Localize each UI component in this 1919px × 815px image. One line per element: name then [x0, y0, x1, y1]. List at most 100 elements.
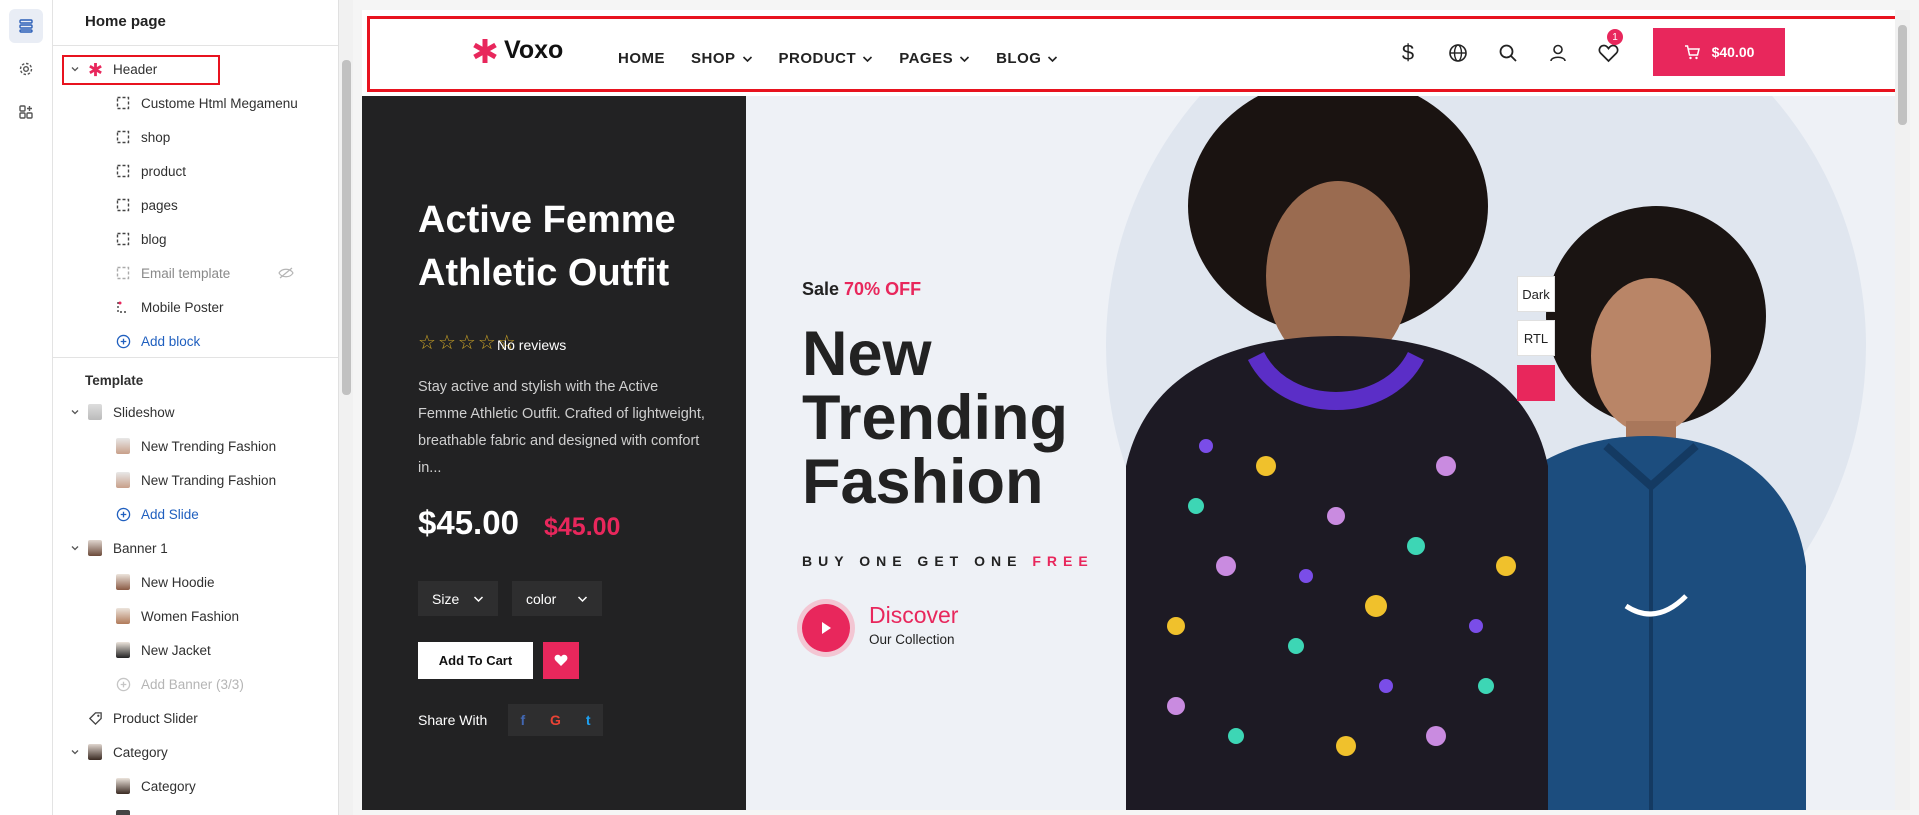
category-thumbnail-icon — [115, 810, 131, 815]
star-icon: ☆ — [457, 332, 476, 354]
bogo-label: BUY ONE GET ONE FREE — [802, 553, 1094, 569]
color-select-label: color — [526, 590, 557, 607]
sidebar-item-slide-1[interactable]: New Trending Fashion — [53, 434, 338, 458]
sidebar-item-label: New Trending Fashion — [141, 438, 277, 454]
sidebar-item-label: shop — [141, 129, 171, 145]
category-thumbnail-icon — [115, 778, 131, 794]
apps-icon[interactable] — [9, 95, 43, 129]
add-slide-button[interactable]: Add Slide — [53, 502, 338, 526]
poster-icon — [115, 299, 131, 315]
gear-icon[interactable] — [9, 52, 43, 86]
sidebar-item-label: blog — [141, 231, 167, 247]
preview-scrollbar[interactable] — [1895, 10, 1910, 810]
sidebar-item-label: product — [141, 163, 187, 179]
selection-highlight — [367, 16, 1895, 92]
sidebar-item-label: New Jacket — [141, 642, 211, 658]
banner-thumbnail-icon — [115, 574, 131, 590]
add-block-button[interactable]: Add block — [53, 329, 338, 353]
chevron-down-icon[interactable] — [69, 406, 81, 418]
chevron-down-icon[interactable] — [69, 746, 81, 758]
divider — [53, 45, 338, 46]
icon-rail — [0, 0, 53, 815]
wishlist-button[interactable] — [543, 642, 579, 679]
block-icon — [115, 95, 131, 111]
add-banner-label: Add Banner (3/3) — [141, 676, 244, 692]
block-icon — [115, 197, 131, 213]
storefront-page: Voxo HOME SHOP PRODUCT PAGES BLOG $ 1 $4… — [362, 10, 1895, 810]
reviews-count: No reviews — [497, 337, 567, 353]
page-title: Home page — [85, 13, 166, 30]
sidebar-item-slide-2[interactable]: New Tranding Fashion — [53, 468, 338, 492]
block-icon — [115, 231, 131, 247]
share-icons: f G t — [508, 704, 603, 736]
sidebar-item-blog[interactable]: blog — [53, 227, 338, 251]
size-select[interactable]: Size — [418, 581, 499, 616]
sidebar-item-new-hoodie[interactable]: New Hoodie — [53, 570, 338, 594]
sidebar-item-category[interactable]: Category — [53, 740, 338, 764]
plus-circle-icon — [115, 333, 131, 349]
sidebar-item-pages[interactable]: pages — [53, 193, 338, 217]
dark-mode-toggle[interactable]: Dark — [1517, 276, 1555, 312]
sidebar-item-megamenu[interactable]: Custome Html Megamenu — [53, 91, 338, 115]
sidebar-scrollbar[interactable] — [338, 0, 353, 815]
rtl-toggle[interactable]: RTL — [1517, 320, 1555, 356]
sidebar-item-email-template[interactable]: Email template — [53, 261, 338, 285]
facebook-icon[interactable]: f — [520, 712, 525, 728]
sidebar-item-category-block[interactable]: Category — [53, 774, 338, 798]
sale-prefix: Sale — [802, 279, 840, 299]
compare-price: $45.00 — [544, 513, 621, 541]
tag-icon — [87, 710, 103, 726]
sidebar-item-label: Banner 1 — [113, 540, 168, 556]
add-banner-button: Add Banner (3/3) — [53, 672, 338, 696]
block-icon — [115, 129, 131, 145]
google-icon[interactable]: G — [550, 712, 561, 728]
plus-circle-icon — [115, 676, 131, 692]
chevron-down-icon[interactable] — [69, 542, 81, 554]
add-to-cart-button[interactable]: Add To Cart — [418, 642, 533, 679]
dark-label: Dark — [1522, 286, 1550, 302]
sidebar-item-shop[interactable]: shop — [53, 125, 338, 149]
sidebar-item-label: Women Fashion — [141, 608, 240, 624]
sidebar-item-product[interactable]: product — [53, 159, 338, 183]
star-icon: ☆ — [437, 332, 456, 354]
product-price: $45.00 — [418, 504, 519, 541]
add-block-label: Add block — [141, 333, 201, 349]
bogo-free: FREE — [1032, 553, 1094, 569]
product-title: Active Femme Athletic Outfit — [418, 199, 676, 294]
featured-product-panel: Active Femme Athletic Outfit ☆ ☆ ☆ ☆ ☆ No re… — [362, 96, 746, 810]
hero-slide: Sale 70% OFF New Trending Fashion BUY ON… — [746, 96, 1895, 810]
color-select[interactable]: color — [512, 581, 602, 616]
heart-icon — [554, 654, 568, 666]
sidebar-item-partial — [53, 806, 338, 815]
chevron-down-icon — [474, 595, 484, 602]
sidebar-item-product-slider[interactable]: Product Slider — [53, 706, 338, 730]
banner-thumbnail-icon — [115, 608, 131, 624]
slide-thumbnail-icon — [115, 438, 131, 454]
play-icon — [822, 622, 831, 634]
sidebar-item-label: Custome Html Megamenu — [141, 95, 298, 111]
sidebar-item-new-jacket[interactable]: New Jacket — [53, 638, 338, 662]
bogo-prefix: BUY ONE GET ONE — [802, 553, 1023, 569]
model-image-1 — [1116, 96, 1556, 810]
category-thumbnail-icon — [87, 744, 103, 760]
star-icon: ☆ — [477, 332, 496, 354]
sidebar-item-mobile-poster[interactable]: Mobile Poster — [53, 295, 338, 319]
size-select-label: Size — [432, 590, 460, 607]
discover-link[interactable]: Discover — [869, 602, 958, 629]
selection-highlight — [62, 55, 220, 85]
sidebar-item-slideshow[interactable]: Slideshow — [53, 400, 338, 424]
hero-title: New Trending Fashion — [802, 319, 1068, 517]
sidebar-item-women-fashion[interactable]: Women Fashion — [53, 604, 338, 628]
sidebar-item-label: Category — [141, 778, 196, 794]
star-icon: ☆ — [418, 332, 436, 354]
eye-hidden-icon[interactable] — [278, 265, 294, 281]
product-description: Stay active and stylish with the Active … — [418, 379, 705, 476]
twitter-icon[interactable]: t — [586, 712, 591, 728]
sections-icon[interactable] — [9, 9, 43, 43]
theme-color-swatch[interactable] — [1517, 365, 1555, 401]
sidebar-item-banner[interactable]: Banner 1 — [53, 536, 338, 560]
share-label: Share With — [418, 712, 488, 728]
play-button[interactable] — [802, 604, 850, 652]
sidebar-item-label: Category — [113, 744, 168, 760]
banner-thumbnail-icon — [87, 540, 103, 556]
